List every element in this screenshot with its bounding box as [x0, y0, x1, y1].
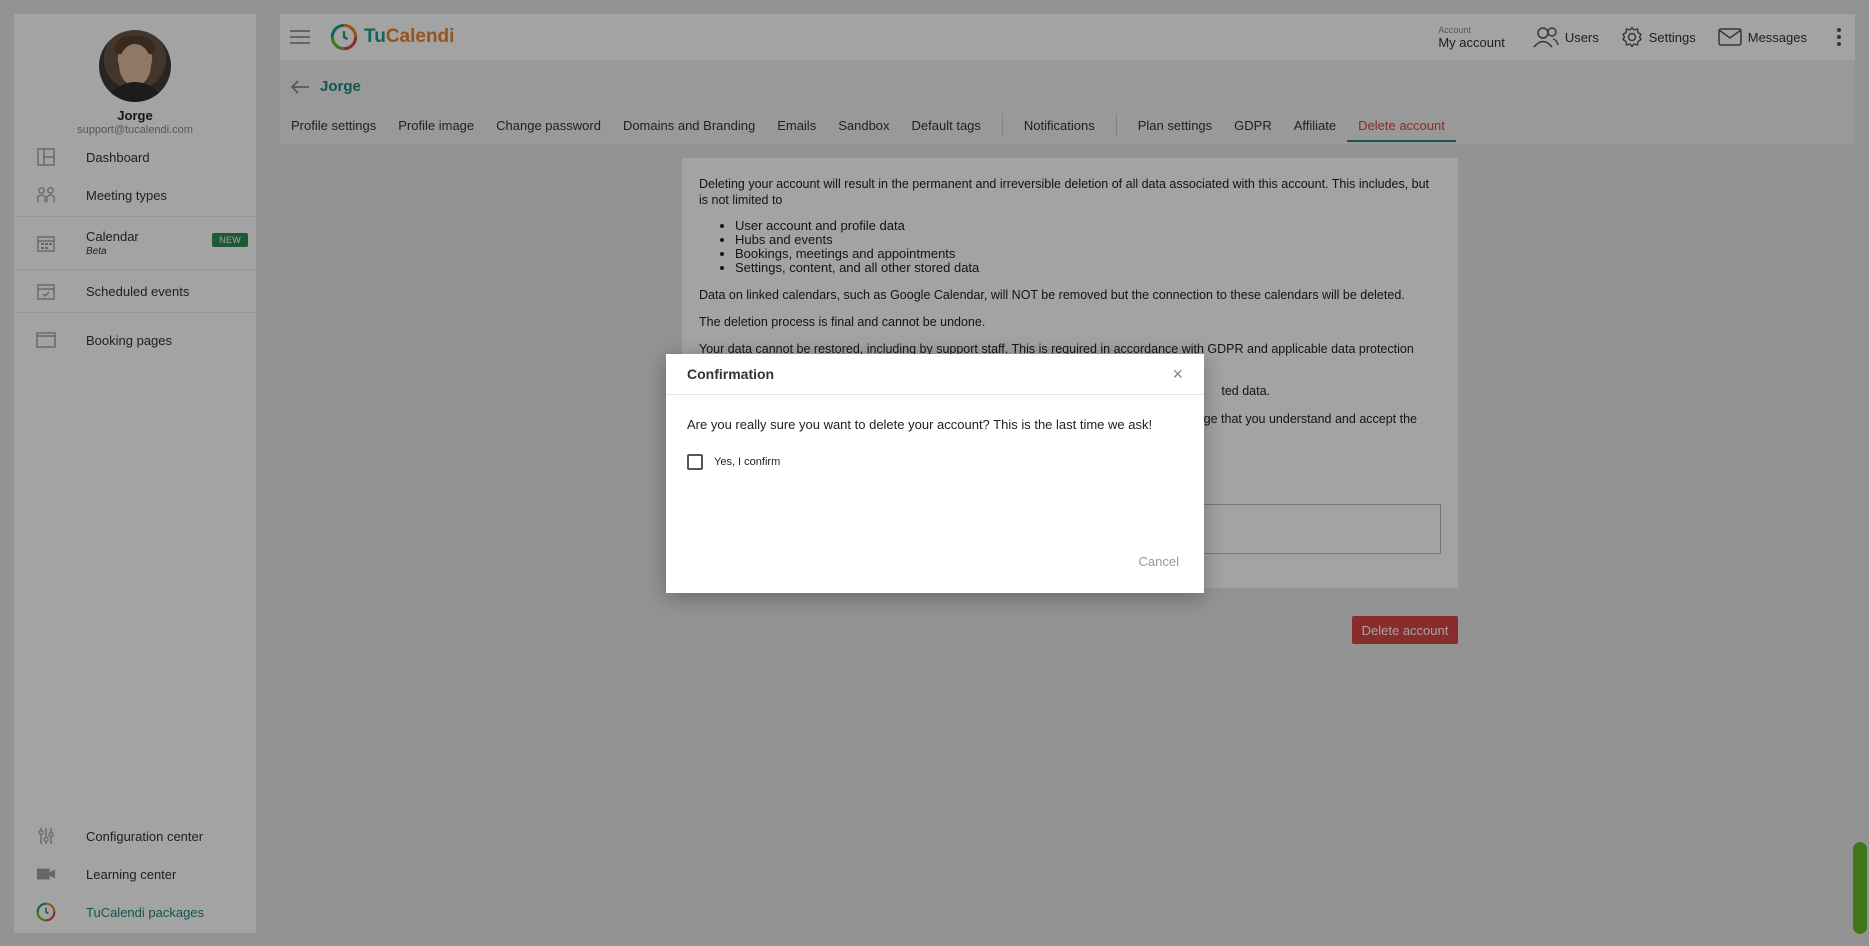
confirm-checkbox-label: Yes, I confirm — [714, 456, 781, 468]
confirmation-dialog: Confirmation × Are you really sure you w… — [666, 354, 1204, 593]
cancel-button[interactable]: Cancel — [1139, 554, 1179, 569]
confirm-checkbox-row[interactable]: Yes, I confirm — [687, 454, 1183, 470]
dialog-body: Are you really sure you want to delete y… — [666, 395, 1204, 492]
confirm-checkbox[interactable] — [687, 454, 703, 470]
dialog-header: Confirmation × — [666, 354, 1204, 395]
close-icon[interactable]: × — [1172, 364, 1183, 385]
dialog-footer: Cancel — [1139, 554, 1179, 569]
dialog-title: Confirmation — [687, 366, 775, 382]
dialog-question: Are you really sure you want to delete y… — [687, 417, 1153, 432]
